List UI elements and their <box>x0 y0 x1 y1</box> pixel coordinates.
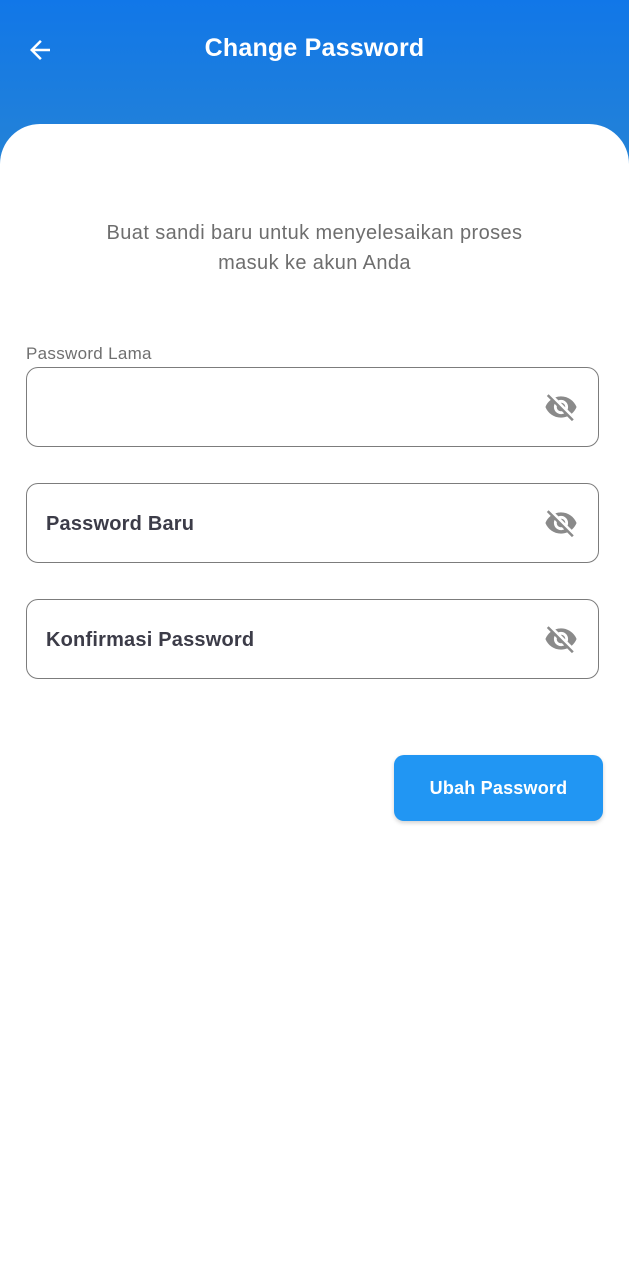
new-password-visibility-toggle[interactable] <box>542 506 580 540</box>
change-password-screen: Change Password Buat sandi baru untuk me… <box>0 0 629 1280</box>
confirm-password-visibility-toggle[interactable] <box>542 622 580 656</box>
new-password-field[interactable]: Password Baru <box>26 483 599 563</box>
confirm-password-label: Konfirmasi Password <box>46 629 255 651</box>
new-password-label: Password Baru <box>46 513 195 535</box>
instruction-line-1: Buat sandi baru untuk menyelesaikan pros… <box>106 222 523 244</box>
eye-off-icon <box>545 394 577 422</box>
page-title: Change Password <box>204 34 425 62</box>
change-password-button[interactable]: Ubah Password <box>394 755 603 821</box>
instruction-line-2: masuk ke akun Anda <box>218 252 411 274</box>
old-password-field[interactable] <box>26 367 599 447</box>
confirm-password-field[interactable]: Konfirmasi Password <box>26 599 599 679</box>
old-password-visibility-toggle[interactable] <box>542 390 580 424</box>
eye-off-icon <box>545 510 577 538</box>
old-password-input[interactable] <box>46 368 526 446</box>
eye-off-icon <box>545 626 577 654</box>
old-password-label: Password Lama <box>26 344 152 363</box>
content-card <box>0 124 629 1280</box>
instruction-text: Buat sandi baru untuk menyelesaikan pros… <box>60 218 569 278</box>
